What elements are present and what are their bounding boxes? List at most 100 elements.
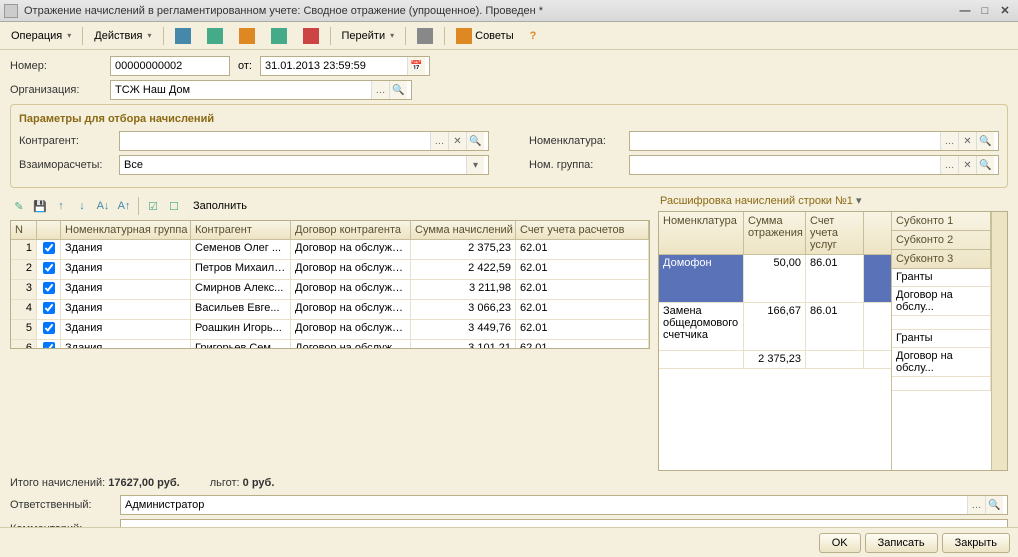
calendar-icon[interactable]: 📅 [407, 57, 425, 75]
window-title: Отражение начислений в регламентированно… [24, 5, 956, 17]
search-icon[interactable]: 🔍 [466, 132, 484, 150]
goto-menu[interactable]: Перейти [335, 25, 402, 47]
search-icon[interactable]: 🔍 [976, 132, 994, 150]
org-input[interactable]: ТСЖ Наш Дом … 🔍 [110, 80, 412, 100]
uncheck-icon[interactable]: ☐ [165, 197, 183, 215]
detail-row[interactable]: Замена общедомового счетчика166,6786.01 [659, 303, 891, 351]
down-icon[interactable]: ↓ [73, 197, 91, 215]
date-input[interactable]: 31.01.2013 23:59:59 📅 [260, 56, 430, 76]
dcol-acc[interactable]: Счет учета услуг [806, 212, 864, 254]
row-checkbox[interactable] [43, 242, 55, 254]
main-toolbar: Операция Действия Перейти Советы ? [0, 22, 1018, 50]
sort-asc-icon[interactable]: A↓ [94, 197, 112, 215]
search-icon[interactable]: 🔍 [985, 496, 1003, 514]
grid-toolbar: ✎ 💾 ↑ ↓ A↓ A↑ ☑ ☐ Заполнить [10, 194, 650, 218]
operation-menu[interactable]: Операция [4, 25, 78, 47]
sort-desc-icon[interactable]: A↑ [115, 197, 133, 215]
dcol-sum[interactable]: Сумма отражения [744, 212, 806, 254]
col-n[interactable]: N [11, 221, 37, 239]
help-button[interactable]: ? [523, 25, 544, 47]
table-row[interactable]: 1ЗданияСеменов Олег ...Договор на обслуж… [11, 240, 649, 260]
minimize-button[interactable]: — [956, 3, 974, 19]
detail-sub-body[interactable]: ГрантыДоговор на обслу...ГрантыДоговор н… [892, 269, 991, 470]
search-icon[interactable]: 🔍 [976, 156, 994, 174]
table-row[interactable]: 2ЗданияПетров Михаил ...Договор на обслу… [11, 260, 649, 280]
select-icon[interactable]: … [940, 156, 958, 174]
number-label: Номер: [10, 60, 110, 72]
grid-body[interactable]: 1ЗданияСеменов Олег ...Договор на обслуж… [11, 240, 649, 348]
contractor-label: Контрагент: [19, 135, 119, 147]
chevron-down-icon[interactable]: ▾ [466, 156, 484, 174]
fill-button[interactable]: Заполнить [186, 195, 254, 217]
select-icon[interactable]: … [430, 132, 448, 150]
select-icon[interactable]: … [371, 81, 389, 99]
col-contractor[interactable]: Контрагент [191, 221, 291, 239]
from-label: от: [238, 60, 252, 72]
responsible-input[interactable]: Администратор … 🔍 [120, 495, 1008, 515]
total-label: Итого начислений: [10, 477, 105, 489]
nomgroup-label: Ном. группа: [529, 159, 629, 171]
clear-icon[interactable]: ✕ [958, 132, 976, 150]
open-icon[interactable]: 🔍 [389, 81, 407, 99]
dcol-sub3[interactable]: Субконто 3 [892, 249, 991, 268]
col-contract[interactable]: Договор контрагента [291, 221, 411, 239]
detail-grid: Номенклатура Сумма отражения Счет учета … [658, 211, 1008, 471]
detail-title: Расшифровка начислений строки №1 ▾ [658, 194, 1008, 207]
main-grid: N Номенклатурная группа Контрагент Догов… [10, 220, 650, 349]
tb-icon-4[interactable] [264, 25, 294, 47]
row-checkbox[interactable] [43, 342, 55, 348]
close-button[interactable]: ✕ [996, 3, 1014, 19]
col-nomgroup[interactable]: Номенклатурная группа [61, 221, 191, 239]
bottom-bar: OK Записать Закрыть [0, 527, 1018, 557]
select-icon[interactable]: … [940, 132, 958, 150]
settlements-select[interactable]: Все ▾ [119, 155, 489, 175]
detail-row[interactable]: Домофон50,0086.01 [659, 255, 891, 303]
nomgroup-input[interactable]: … ✕ 🔍 [629, 155, 999, 175]
row-checkbox[interactable] [43, 302, 55, 314]
col-sum[interactable]: Сумма начислений [411, 221, 516, 239]
table-row[interactable]: 3ЗданияСмирнов Алекс...Договор на обслуж… [11, 280, 649, 300]
clear-icon[interactable]: ✕ [448, 132, 466, 150]
number-input[interactable]: 00000000002 [110, 56, 230, 76]
dcol-sub1[interactable]: Субконто 1 [892, 212, 991, 230]
detail-sub-block[interactable]: ГрантыДоговор на обслу... [892, 269, 991, 330]
tb-icon-6[interactable] [410, 25, 440, 47]
row-checkbox[interactable] [43, 262, 55, 274]
filter-fieldset: Параметры для отбора начислений Контраге… [10, 104, 1008, 188]
benefit-value: 0 руб. [243, 477, 275, 489]
maximize-button[interactable]: □ [976, 3, 994, 19]
up-icon[interactable]: ↑ [52, 197, 70, 215]
contractor-input[interactable]: … ✕ 🔍 [119, 131, 489, 151]
tips-button[interactable]: Советы [449, 25, 520, 47]
dcol-sub2[interactable]: Субконто 2 [892, 230, 991, 249]
totals-row: Итого начислений: 17627,00 руб. льгот: 0… [10, 471, 1008, 495]
ok-button[interactable]: OK [819, 533, 861, 553]
nomenclature-input[interactable]: … ✕ 🔍 [629, 131, 999, 151]
total-value: 17627,00 руб. [108, 477, 179, 489]
clear-icon[interactable]: ✕ [958, 156, 976, 174]
settlements-label: Взаиморасчеты: [19, 159, 119, 171]
row-checkbox[interactable] [43, 322, 55, 334]
close-button[interactable]: Закрыть [942, 533, 1010, 553]
save-button[interactable]: Записать [865, 533, 938, 553]
detail-body[interactable]: Домофон50,0086.01Замена общедомового сче… [659, 255, 891, 470]
dcol-nom[interactable]: Номенклатура [659, 212, 744, 254]
edit-icon[interactable]: ✎ [10, 197, 28, 215]
check-icon[interactable]: ☑ [144, 197, 162, 215]
row-checkbox[interactable] [43, 282, 55, 294]
save-icon[interactable]: 💾 [31, 197, 49, 215]
table-row[interactable]: 4ЗданияВасильев Евге...Договор на обслуж… [11, 300, 649, 320]
table-row[interactable]: 6ЗданияГригорьев Сем...Договор на обслуж… [11, 340, 649, 348]
tb-icon-2[interactable] [200, 25, 230, 47]
table-row[interactable]: 5ЗданияРоашкин Игорь...Договор на обслуж… [11, 320, 649, 340]
scrollbar[interactable] [991, 212, 1007, 470]
actions-menu[interactable]: Действия [87, 25, 158, 47]
select-icon[interactable]: … [967, 496, 985, 514]
tb-icon-3[interactable] [232, 25, 262, 47]
tb-icon-1[interactable] [168, 25, 198, 47]
col-account[interactable]: Счет учета расчетов [516, 221, 649, 239]
col-chk[interactable] [37, 221, 61, 239]
tb-icon-5[interactable] [296, 25, 326, 47]
filter-title: Параметры для отбора начислений [19, 113, 999, 125]
detail-sub-block[interactable]: ГрантыДоговор на обслу... [892, 330, 991, 391]
